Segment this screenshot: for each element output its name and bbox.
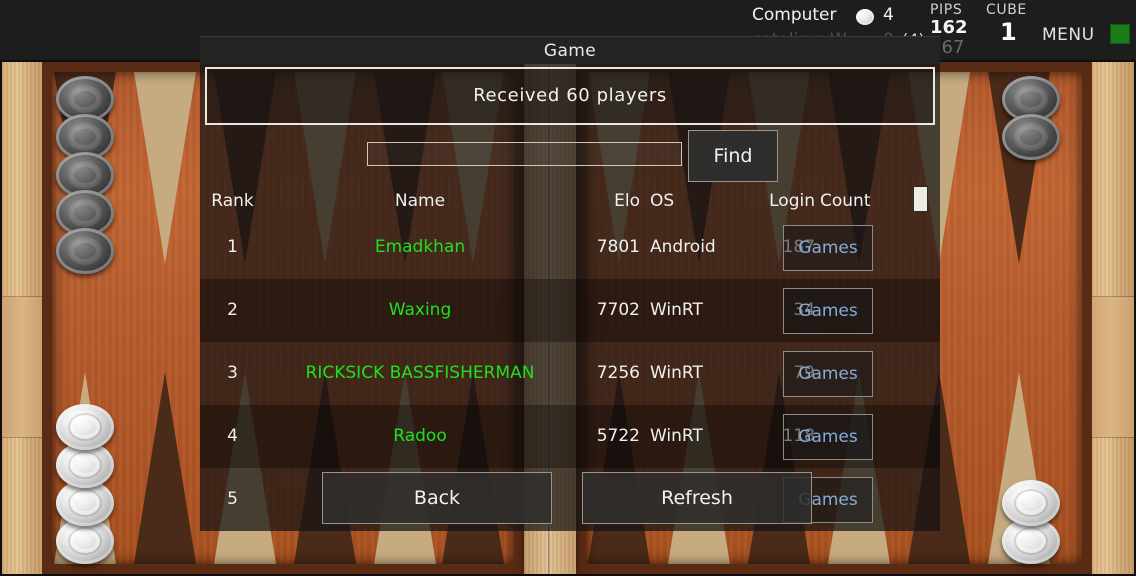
search-bar: Find [200, 130, 940, 182]
table-row[interactable]: 4Radoo5722WinRT118Games [200, 405, 940, 468]
cell-rank: 1 [227, 237, 238, 257]
dialog-footer: Back Refresh [200, 464, 940, 531]
column-header-os: OS [650, 191, 675, 211]
status-banner: Received 60 players [205, 67, 935, 125]
column-header-count: Count [820, 191, 871, 211]
cube-label: CUBE [986, 2, 1027, 18]
cube-value: 1 [1000, 18, 1017, 46]
table-header: Rank Name Elo OS Login Count [200, 186, 940, 216]
top-status-bar: Computer 4 catalinuxW 0 (4) PIPS 162 167… [0, 0, 1136, 64]
board-point [134, 72, 196, 264]
search-input[interactable] [367, 142, 682, 166]
cell-os: WinRT [650, 300, 703, 320]
player1-name: Computer [752, 5, 837, 25]
status-banner-text: Received 60 players [473, 85, 667, 106]
page-title: Game [543, 41, 597, 61]
board-rail-right [1088, 62, 1134, 574]
cell-elo: 5722 [596, 426, 640, 446]
cube-block[interactable]: CUBE 1 [986, 2, 1046, 46]
score-row-player1: Computer 4 [750, 4, 930, 29]
cell-name: RICKSICK BASSFISHERMAN [305, 363, 535, 383]
checker-dark[interactable] [56, 228, 114, 274]
window-titlebar: Game [200, 36, 940, 64]
refresh-button[interactable]: Refresh [582, 472, 812, 524]
menu-square-icon[interactable] [1110, 24, 1130, 44]
board-rail-left [2, 62, 42, 574]
cell-elo: 7702 [596, 300, 640, 320]
app-root: Computer 4 catalinuxW 0 (4) PIPS 162 167… [0, 0, 1136, 576]
cell-rank: 2 [227, 300, 238, 320]
checker-dark[interactable] [1002, 114, 1060, 160]
cell-os: WinRT [650, 426, 703, 446]
player-list-dialog: Received 60 players Find Rank Name Elo O… [200, 64, 940, 531]
column-header-name: Name [394, 191, 446, 211]
player1-score: 4 [883, 5, 894, 25]
cell-os: Android [650, 237, 716, 257]
games-button[interactable]: Games [783, 225, 873, 271]
find-button[interactable]: Find [688, 130, 778, 182]
cell-rank: 4 [227, 426, 238, 446]
cell-rank: 3 [227, 363, 238, 383]
back-button[interactable]: Back [322, 472, 552, 524]
games-button[interactable]: Games [783, 351, 873, 397]
table-row[interactable]: 2Waxing7702WinRT34Games [200, 279, 940, 342]
board-point [134, 372, 196, 564]
scrollbar-thumb[interactable] [913, 186, 928, 212]
cell-name: Waxing [388, 300, 452, 320]
cell-name: Emadkhan [374, 237, 466, 257]
cell-name: Radoo [393, 426, 447, 446]
white-checker-icon [856, 9, 874, 25]
games-button[interactable]: Games [783, 288, 873, 334]
cell-elo: 7801 [596, 237, 640, 257]
menu-button[interactable]: MENU [1042, 25, 1095, 45]
games-button[interactable]: Games [783, 414, 873, 460]
cell-elo: 7256 [596, 363, 640, 383]
checker-light[interactable] [56, 404, 114, 450]
column-header-rank: Rank [211, 191, 254, 211]
table-row[interactable]: 3RICKSICK BASSFISHERMAN7256WinRT79Games [200, 342, 940, 405]
pips-player1-value: 162 [930, 17, 968, 38]
column-header-login: Login [769, 191, 815, 211]
checker-light[interactable] [1002, 480, 1060, 526]
pips-label: PIPS [930, 2, 963, 18]
cell-os: WinRT [650, 363, 703, 383]
table-row[interactable]: 1Emadkhan7801Android187Games [200, 216, 940, 279]
column-header-elo: Elo [614, 191, 640, 211]
